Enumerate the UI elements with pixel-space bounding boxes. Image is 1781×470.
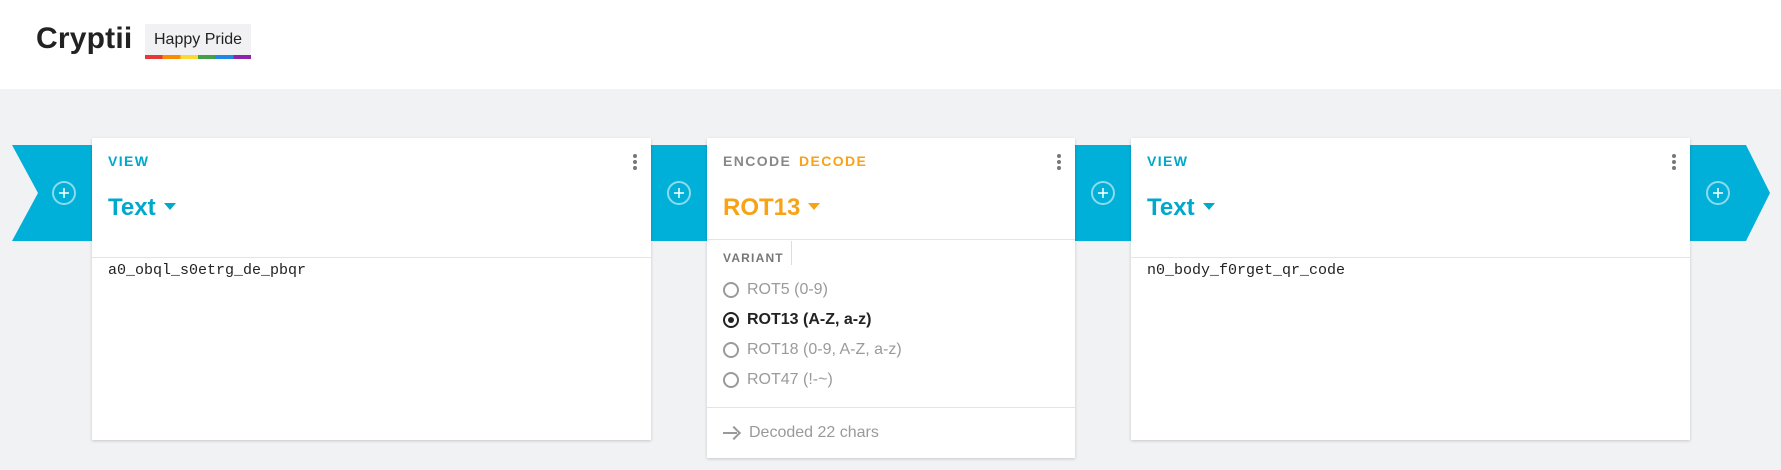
variant-label-text: ROT47 (!-~) — [747, 371, 833, 388]
status-bar: Decoded 22 chars — [723, 424, 879, 442]
kebab-menu-icon[interactable] — [633, 154, 637, 170]
mode-encode-button[interactable]: ENCODE — [723, 153, 791, 169]
brick-rot13-encoder: ENCODE DECODE ROT13 VARIANT ROT5 (0-9) R… — [707, 138, 1075, 458]
plus-circle-icon[interactable] — [1091, 181, 1115, 205]
status-text: Decoded 22 chars — [749, 424, 879, 441]
variant-option-rot47[interactable]: ROT47 (!-~) — [723, 371, 833, 389]
radio-icon[interactable] — [723, 312, 739, 328]
variant-label-text: ROT13 (A-Z, a-z) — [747, 311, 872, 328]
text-content-input[interactable]: a0_obql_s0etrg_de_pbqr — [108, 262, 306, 279]
app-logo[interactable]: Cryptii — [36, 22, 132, 56]
brick-view-text-2: VIEW Text n0_body_f0rget_qr_code — [1131, 138, 1690, 440]
rainbow-stripe — [145, 55, 252, 59]
chevron-down-icon — [163, 203, 176, 211]
plus-circle-icon[interactable] — [52, 181, 76, 205]
brick-view-text-1: VIEW Text a0_obql_s0etrg_de_pbqr — [92, 138, 651, 440]
plus-circle-icon[interactable] — [1706, 181, 1730, 205]
variant-label-text: ROT5 (0-9) — [747, 281, 828, 298]
mode-decode-button[interactable]: DECODE — [799, 153, 867, 169]
footer-divider — [707, 407, 1075, 408]
brick-title-selector[interactable]: ROT13 — [723, 194, 821, 222]
app-header: Cryptii Happy Pride — [0, 0, 1781, 89]
brick-title: Text — [1147, 194, 1195, 221]
radio-icon[interactable] — [723, 282, 739, 298]
brick-title-selector[interactable]: Text — [108, 194, 176, 222]
arrow-right-icon — [723, 427, 741, 439]
kebab-menu-icon[interactable] — [1057, 154, 1061, 170]
variant-label-text: ROT18 (0-9, A-Z, a-z) — [747, 341, 902, 358]
text-content-input[interactable]: n0_body_f0rget_qr_code — [1147, 262, 1345, 279]
plus-circle-icon[interactable] — [667, 181, 691, 205]
brick-title: ROT13 — [723, 194, 801, 221]
pride-badge[interactable]: Happy Pride — [145, 24, 252, 59]
pipeline-end-connector — [1690, 145, 1770, 241]
variant-option-rot13[interactable]: ROT13 (A-Z, a-z) — [723, 311, 871, 329]
pride-badge-label: Happy Pride — [154, 31, 243, 48]
variant-option-rot5[interactable]: ROT5 (0-9) — [723, 281, 828, 299]
brick-title-selector[interactable]: Text — [1147, 194, 1215, 222]
radio-icon[interactable] — [723, 342, 739, 358]
kebab-menu-icon[interactable] — [1672, 154, 1676, 170]
variant-label: VARIANT — [723, 251, 784, 265]
brick-header: VIEW Text — [92, 138, 651, 258]
brick-title: Text — [108, 194, 156, 221]
mode-view-label: VIEW — [1147, 153, 1189, 169]
brick-header: ENCODE DECODE ROT13 — [707, 138, 1075, 240]
mode-view-label: VIEW — [108, 153, 150, 169]
radio-icon[interactable] — [723, 372, 739, 388]
chevron-down-icon — [808, 203, 821, 211]
brick-header: VIEW Text — [1131, 138, 1690, 258]
chevron-down-icon — [1202, 203, 1215, 211]
variant-option-rot18[interactable]: ROT18 (0-9, A-Z, a-z) — [723, 341, 902, 359]
settings-divider — [791, 241, 792, 265]
